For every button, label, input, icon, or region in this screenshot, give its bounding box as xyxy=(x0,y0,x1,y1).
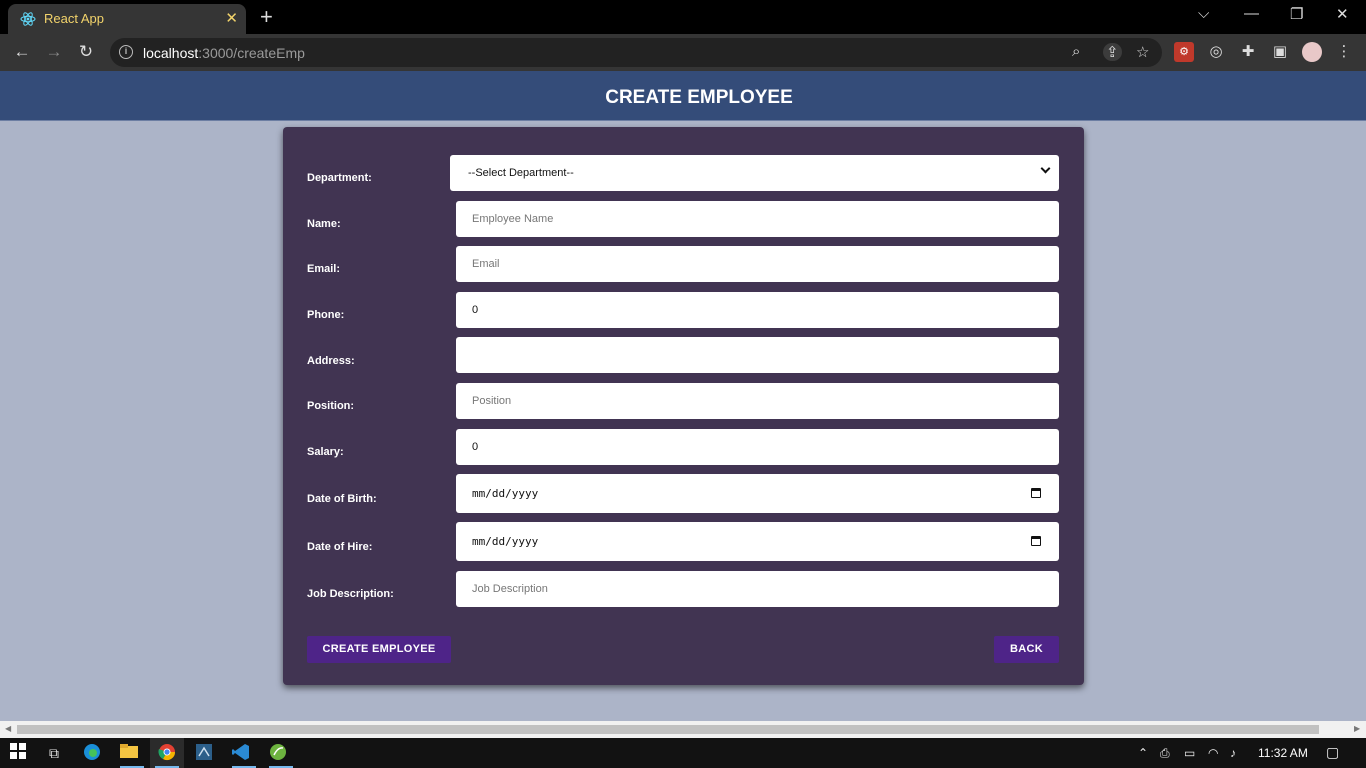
target-extension-icon[interactable]: ◎ xyxy=(1206,42,1226,62)
tab-close-icon[interactable]: ✕ xyxy=(225,9,238,27)
create-employee-form: Department: --Select Department-- Name: … xyxy=(283,127,1084,685)
dob-date-input[interactable]: mm/dd/yyyy xyxy=(456,474,1059,513)
url-text: localhost:3000/createEmp xyxy=(143,45,305,61)
email-placeholder: Email xyxy=(472,258,500,270)
email-label: Email: xyxy=(307,263,341,275)
windows-start-icon[interactable] xyxy=(8,743,28,763)
department-selected-value: --Select Department-- xyxy=(468,167,574,179)
browser-tab[interactable]: React App ✕ xyxy=(8,4,246,34)
back-button[interactable]: BACK xyxy=(994,636,1059,663)
windows-taskbar: ⧉ ⌃ ⎙ ▭ ◠ ♪ 11:32 AM ▢ xyxy=(0,738,1366,768)
dob-value: mm/dd/yyyy xyxy=(472,487,539,500)
phone-input[interactable]: 0 xyxy=(456,292,1059,328)
calendar-icon[interactable] xyxy=(1031,488,1041,498)
sql-icon[interactable] xyxy=(194,743,214,763)
scrollbar-thumb[interactable] xyxy=(17,725,1319,734)
new-tab-icon[interactable]: + xyxy=(260,4,273,30)
meet-icon[interactable]: ⎙ xyxy=(1160,746,1170,761)
job-description-placeholder: Job Description xyxy=(472,583,548,595)
share-icon[interactable]: ⇪ xyxy=(1103,43,1122,61)
avatar[interactable] xyxy=(1302,42,1322,62)
scroll-left-icon[interactable]: ◀ xyxy=(5,724,11,733)
browser-tab-bar: React App ✕ + ⌵ — ❐ ✕ xyxy=(0,0,1366,34)
browser-toolbar: ← → ↻ i localhost:3000/createEmp ⌕ ⇪ ☆ ⚙… xyxy=(0,34,1366,71)
extension-icon[interactable]: ⚙ xyxy=(1174,42,1194,62)
position-input[interactable]: Position xyxy=(456,383,1059,419)
vscode-icon[interactable] xyxy=(231,743,251,763)
salary-value: 0 xyxy=(472,441,479,453)
show-hidden-icons-icon[interactable]: ⌃ xyxy=(1138,746,1148,760)
name-placeholder: Employee Name xyxy=(472,213,554,225)
spring-icon[interactable] xyxy=(268,743,288,763)
address-bar[interactable]: i localhost:3000/createEmp ⌕ ⇪ ☆ xyxy=(110,38,1162,67)
restore-icon[interactable]: ❐ xyxy=(1290,5,1303,23)
phone-value: 0 xyxy=(472,304,479,316)
chevron-down-icon[interactable]: ⌵ xyxy=(1198,5,1209,22)
address-label: Address: xyxy=(307,355,355,367)
forward-arrow-icon[interactable]: → xyxy=(42,40,66,64)
name-input[interactable]: Employee Name xyxy=(456,201,1059,237)
volume-icon[interactable]: ♪ xyxy=(1230,746,1236,760)
name-label: Name: xyxy=(307,218,341,230)
job-description-label: Job Description: xyxy=(307,588,394,600)
puzzle-icon[interactable]: ✚ xyxy=(1238,42,1258,62)
notifications-icon[interactable]: ▢ xyxy=(1326,744,1339,761)
wifi-icon[interactable]: ◠ xyxy=(1208,746,1218,760)
horizontal-scrollbar[interactable]: ◀ ▶ xyxy=(0,721,1366,738)
taskbar-clock[interactable]: 11:32 AM xyxy=(1258,746,1308,760)
address-input[interactable] xyxy=(456,337,1059,373)
doh-value: mm/dd/yyyy xyxy=(472,535,539,548)
job-description-input[interactable]: Job Description xyxy=(456,571,1059,607)
department-label: Department: xyxy=(307,172,372,184)
department-select[interactable]: --Select Department-- xyxy=(450,155,1059,191)
salary-input[interactable]: 0 xyxy=(456,429,1059,465)
scroll-right-icon[interactable]: ▶ xyxy=(1354,724,1360,733)
task-view-icon[interactable]: ⧉ xyxy=(44,743,64,763)
calendar-icon[interactable] xyxy=(1031,536,1041,546)
minimize-icon[interactable]: — xyxy=(1244,5,1259,22)
site-info-icon[interactable]: i xyxy=(119,45,133,59)
edge-icon[interactable] xyxy=(82,743,102,763)
close-window-icon[interactable]: ✕ xyxy=(1336,5,1349,23)
salary-label: Salary: xyxy=(307,446,344,458)
zoom-icon[interactable]: ⌕ xyxy=(1072,43,1080,60)
phone-label: Phone: xyxy=(307,309,345,321)
app-header: CREATE EMPLOYEE xyxy=(0,71,1366,121)
email-input[interactable]: Email xyxy=(456,246,1059,282)
doh-label: Date of Hire: xyxy=(307,541,373,553)
tab-title: React App xyxy=(44,11,104,26)
position-label: Position: xyxy=(307,400,355,412)
create-employee-button[interactable]: CREATE EMPLOYEE xyxy=(307,636,451,663)
bookmark-star-icon[interactable]: ☆ xyxy=(1136,43,1149,61)
dob-label: Date of Birth: xyxy=(307,493,377,505)
reload-icon[interactable]: ↻ xyxy=(74,40,98,64)
react-icon xyxy=(20,12,36,26)
battery-icon[interactable]: ▭ xyxy=(1184,746,1195,760)
chrome-icon[interactable] xyxy=(157,743,177,763)
side-panel-icon[interactable]: ▣ xyxy=(1270,42,1290,62)
position-placeholder: Position xyxy=(472,395,512,407)
menu-dots-icon[interactable]: ⋮ xyxy=(1334,42,1354,62)
page-title: CREATE EMPLOYEE xyxy=(605,87,793,108)
chevron-down-icon xyxy=(1040,163,1051,174)
doh-date-input[interactable]: mm/dd/yyyy xyxy=(456,522,1059,561)
file-explorer-icon[interactable] xyxy=(119,743,139,763)
back-arrow-icon[interactable]: ← xyxy=(10,40,34,64)
